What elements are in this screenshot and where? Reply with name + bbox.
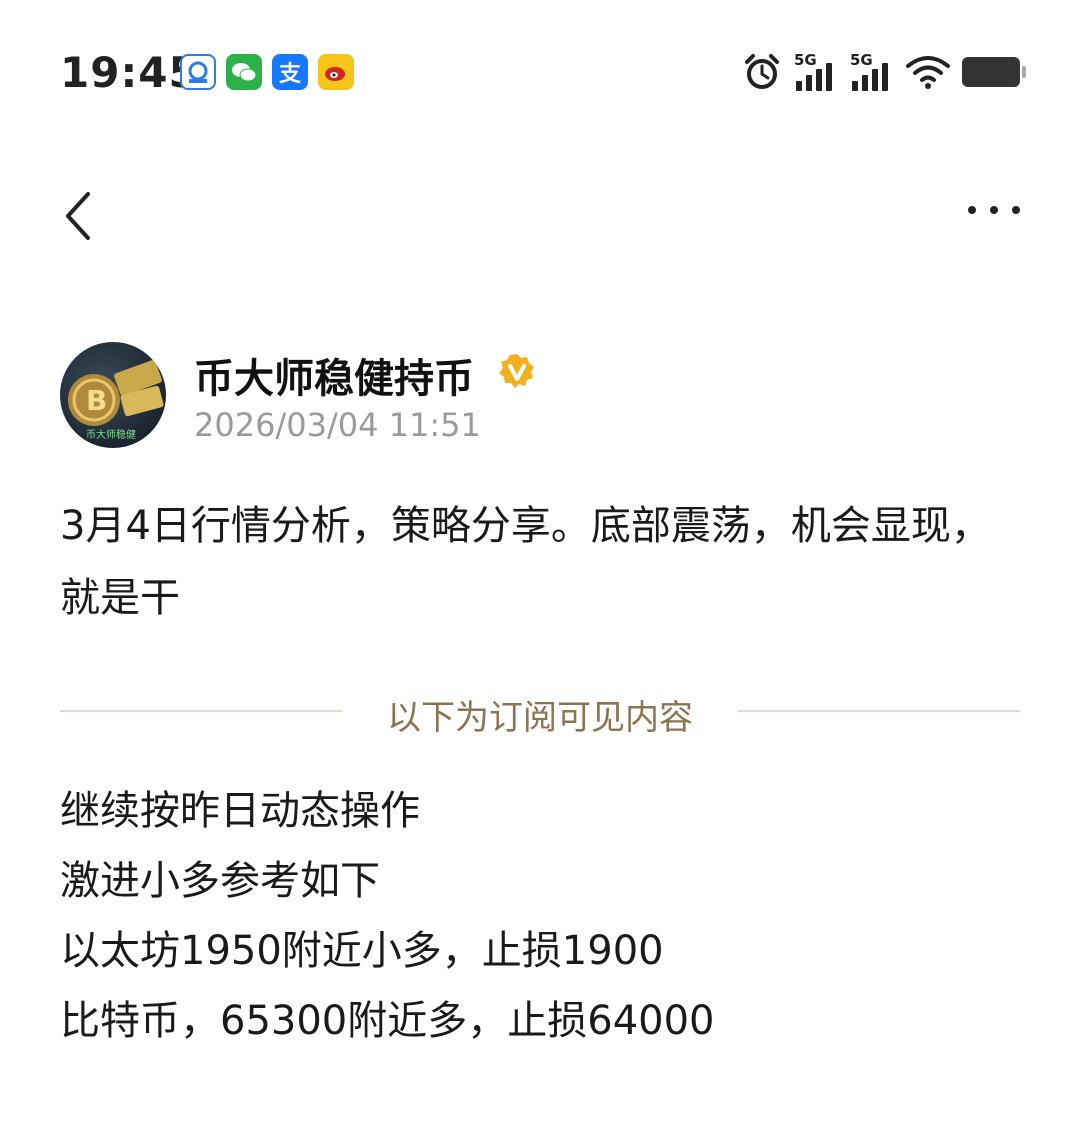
wechat-icon bbox=[226, 54, 262, 90]
battery-icon bbox=[962, 57, 1026, 87]
network-type-sim2: 5G bbox=[850, 51, 873, 69]
author-header: B 币大师稳健 币大师稳健持币 2026/03/04 11:51 bbox=[60, 342, 1020, 452]
verified-badge-icon bbox=[499, 354, 534, 388]
alipay-icon: 支 bbox=[272, 54, 308, 90]
post-intro-text: 3月4日行情分析，策略分享。底部震荡，机会显现，就是干 bbox=[60, 503, 991, 621]
post-body-line: 激进小多参考如下 bbox=[60, 858, 380, 904]
wifi-icon bbox=[906, 56, 950, 89]
subscription-divider: 以下为订阅可见内容 bbox=[60, 686, 1020, 738]
divider-line-right bbox=[738, 710, 1020, 712]
post-body-line-partial bbox=[60, 1124, 420, 1140]
signal-icon-sim2: 5G bbox=[850, 51, 894, 91]
more-dots-icon bbox=[968, 206, 976, 214]
top-nav bbox=[0, 170, 1080, 250]
post-body-line: 比特币，65300附近多，止损64000 bbox=[60, 998, 715, 1044]
network-type-sim1: 5G bbox=[794, 51, 817, 69]
svg-text:B: B bbox=[86, 384, 107, 417]
chevron-left-icon bbox=[66, 192, 90, 240]
post-body-line: 继续按昨日动态操作 bbox=[60, 788, 420, 834]
status-time: 19:45 bbox=[60, 48, 199, 97]
author-name[interactable]: 币大师稳健持币 bbox=[194, 346, 474, 404]
alarm-icon bbox=[745, 54, 779, 89]
system-status-icons: 5G 5G bbox=[742, 51, 1026, 92]
app-icon-1 bbox=[180, 54, 216, 90]
avatar[interactable]: B 币大师稳健 bbox=[60, 342, 166, 448]
weibo-icon bbox=[318, 54, 354, 90]
back-button[interactable] bbox=[52, 176, 112, 246]
post-detail-page: 19:45 支 5G 5G B 币大师稳健 币大师稳健持币 2026/03/04… bbox=[0, 0, 1080, 1140]
post-timestamp: 2026/03/04 11:51 bbox=[194, 406, 481, 444]
status-bar: 19:45 支 5G 5G bbox=[0, 0, 1080, 140]
subscription-divider-label: 以下为订阅可见内容 bbox=[387, 698, 693, 738]
post-body: 继续按昨日动态操作 激进小多参考如下 以太坊1950附近小多，止损1900 比特… bbox=[60, 776, 1020, 1056]
signal-icon-sim1: 5G bbox=[794, 51, 838, 91]
more-button[interactable] bbox=[950, 190, 1020, 230]
post-body-line: 以太坊1950附近小多，止损1900 bbox=[60, 928, 664, 974]
svg-text:币大师稳健: 币大师稳健 bbox=[86, 428, 136, 441]
